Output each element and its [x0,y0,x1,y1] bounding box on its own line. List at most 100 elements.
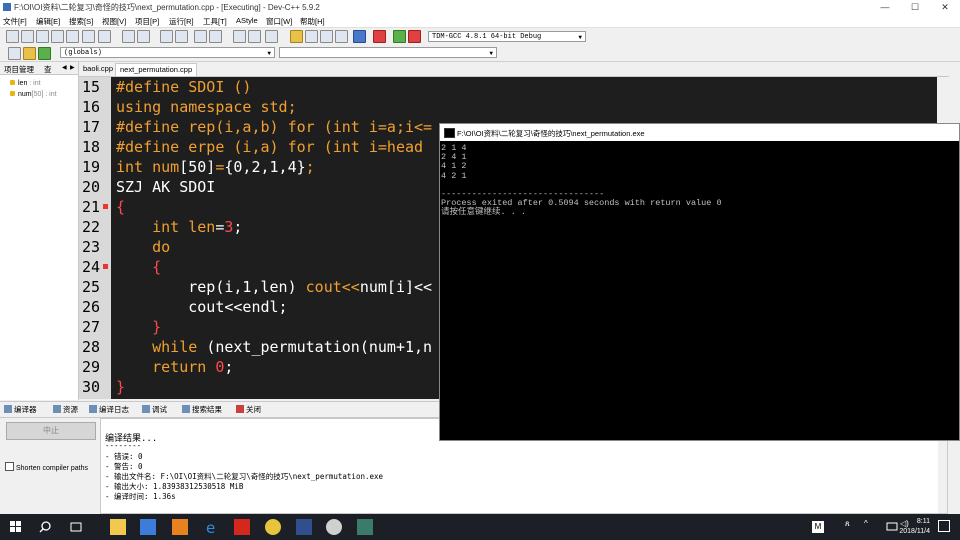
ime-indicator[interactable]: M [812,521,824,533]
tree-item-num[interactable]: num[50] : int [10,91,57,98]
new-file-icon[interactable] [6,30,19,43]
menu-view[interactable]: 视图[V] [102,16,126,27]
scope-select[interactable]: (globals) ▼ [60,47,275,58]
bookmark-icon[interactable] [209,30,222,43]
save-icon[interactable] [36,30,49,43]
save-all-icon[interactable] [51,30,64,43]
code-line[interactable]: #define erpe (i,a) for (int i=head [116,137,423,157]
tab-close[interactable]: 关闭 [236,404,261,415]
fold-marker-icon[interactable] [103,264,108,269]
file-explorer-icon[interactable] [110,519,126,535]
close-button[interactable]: ✕ [930,0,960,14]
code-line[interactable]: return 0; [116,357,233,377]
print-icon[interactable] [98,30,111,43]
running-app-icon[interactable] [326,519,342,535]
menu-file[interactable]: 文件[F] [3,16,27,27]
acrobat-icon[interactable] [234,519,250,535]
profile-icon[interactable] [408,30,421,43]
rebuild-icon[interactable] [335,30,348,43]
class-browser-icon[interactable] [8,47,21,60]
devcpp-taskbar-icon[interactable] [296,519,312,535]
maximize-button[interactable]: ☐ [900,0,930,14]
tab-baoli[interactable]: baoli.cpp [79,63,117,75]
compile-icon[interactable] [290,30,303,43]
menu-tools[interactable]: 工具[T] [203,16,227,27]
menu-astyle[interactable]: AStyle [236,16,258,25]
chevron-up-icon[interactable]: ^ [864,519,880,535]
console-line: 请按任意键继续. . . [441,207,527,218]
tab-resources[interactable]: 资源 [53,404,78,415]
code-line[interactable]: using namespace std; [116,97,297,117]
menu-help[interactable]: 帮助[H] [300,16,325,27]
tab-compiler[interactable]: 编译器 [4,404,37,415]
chevron-right-icon[interactable]: ▶ [70,64,75,71]
tab-debug[interactable]: 调试 [142,404,167,415]
insert-icon[interactable] [23,47,36,60]
sublime-icon[interactable] [172,519,188,535]
chevron-left-icon[interactable]: ◀ [62,64,67,71]
fold-marker-icon[interactable] [103,204,108,209]
tab-project-manager[interactable]: 项目管理 [4,64,34,75]
symbol-select[interactable]: ▼ [279,47,497,58]
tab-compile-log[interactable]: 编译日志 [89,404,129,415]
compiler-select[interactable]: TDM-GCC 4.8.1 64-bit Debug ▼ [428,31,586,42]
system-clock[interactable]: 8:11 2018/11/4 [899,517,930,537]
menu-window[interactable]: 窗口[W] [266,16,292,27]
code-line[interactable]: while (next_permutation(num+1,n [116,337,432,357]
code-line[interactable]: SZJ AK SDOI [116,177,215,197]
edge-icon[interactable]: e [204,519,220,537]
code-line[interactable]: cout<<endl; [116,297,287,317]
replace-icon[interactable] [175,30,188,43]
code-line[interactable]: int num[50]={0,2,1,4}; [116,157,315,177]
undo-icon[interactable] [122,30,135,43]
tab-class-view[interactable]: 查 [44,64,52,75]
tab-search-results[interactable]: 搜索结果 [182,404,222,415]
search-icon[interactable] [38,519,54,535]
menu-project[interactable]: 项目[P] [135,16,159,27]
media-player-icon[interactable] [265,519,281,535]
chart-icon[interactable] [393,30,406,43]
menu-run[interactable]: 运行[R] [169,16,194,27]
minimize-button[interactable]: — [870,0,900,14]
store-icon[interactable] [140,519,156,535]
close-file-icon[interactable] [66,30,79,43]
network-icon[interactable] [884,519,900,535]
toggle-comment-icon[interactable] [265,30,278,43]
menu-edit[interactable]: 编辑[E] [36,16,60,27]
run-icon[interactable] [305,30,318,43]
unindent-icon[interactable] [248,30,261,43]
console-taskbar-icon[interactable] [357,519,373,535]
compile-run-icon[interactable] [320,30,333,43]
stop-execution-icon[interactable] [373,30,386,43]
tab-next-permutation[interactable]: next_permutation.cpp [115,63,198,76]
find-icon[interactable] [160,30,173,43]
shorten-paths-checkbox[interactable]: Shorten compiler paths [5,462,88,472]
compiler-select-value: TDM-GCC 4.8.1 64-bit Debug [432,33,542,41]
code-line[interactable]: rep(i,1,len) cout<<num[i]<< [116,277,432,297]
code-token: ; [233,218,243,236]
code-line[interactable]: } [116,317,161,337]
task-view-icon[interactable] [68,519,84,535]
open-file-icon[interactable] [21,30,34,43]
code-line[interactable]: int len=3; [116,217,242,237]
code-line[interactable]: #define SDOI () [116,77,251,97]
code-line[interactable]: #define rep(i,a,b) for (int i=a;i<= [116,117,432,137]
tree-item-len[interactable]: len : int [10,80,41,87]
indent-icon[interactable] [233,30,246,43]
code-line[interactable]: } [116,377,125,397]
console-title-bar[interactable]: F:\OI\OI资料\二轮复习\奇怪的技巧\next_permutation.e… [440,124,959,141]
syntax-check-icon[interactable] [353,30,366,43]
people-icon[interactable]: ጸ [845,519,861,535]
redo-icon[interactable] [137,30,150,43]
windows-start-icon[interactable] [8,519,24,535]
goto-icon[interactable] [194,30,207,43]
notifications-icon[interactable] [938,520,950,532]
menu-search[interactable]: 搜索[S] [69,16,93,27]
code-line[interactable]: { [116,257,161,277]
stop-button[interactable]: 中止 [6,422,96,440]
code-line[interactable]: do [116,237,170,257]
code-line[interactable]: { [116,197,125,217]
console-window[interactable]: F:\OI\OI资料\二轮复习\奇怪的技巧\next_permutation.e… [439,123,960,441]
goto-declaration-icon[interactable] [38,47,51,60]
close-all-icon[interactable] [82,30,95,43]
